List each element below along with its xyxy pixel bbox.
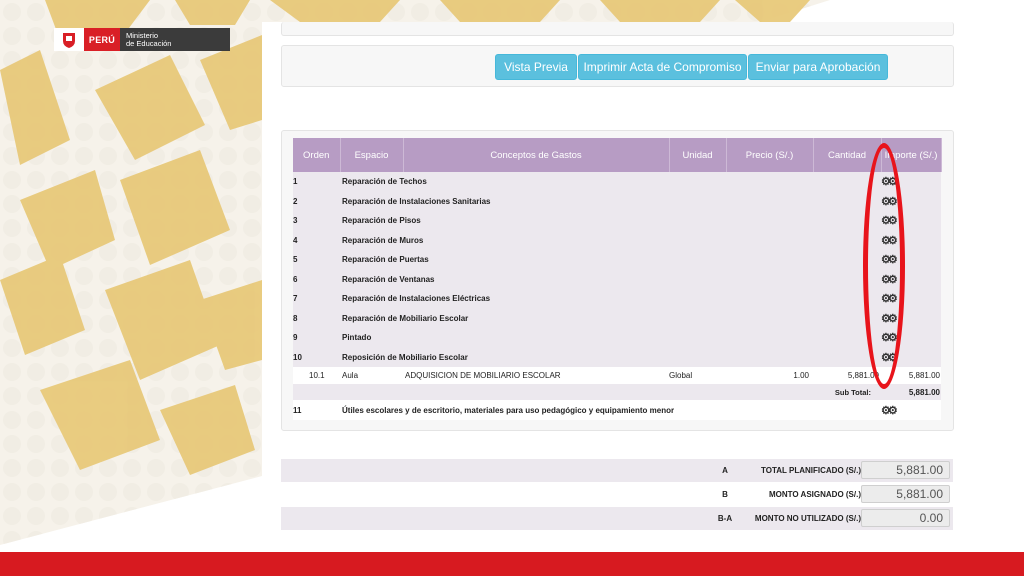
summary-label: TOTAL PLANIFICADO (S/.) — [761, 466, 861, 475]
header-unidad: Unidad — [669, 138, 727, 172]
footer-bar — [0, 552, 1024, 576]
summary-label: MONTO NO UTILIZADO (S/.) — [754, 514, 861, 523]
table-row: 11 Útiles escolares y de escritorio, mat… — [293, 400, 941, 420]
row-concepto: Reparación de Ventanas — [340, 269, 881, 289]
shield-icon — [54, 28, 84, 51]
header-orden: Orden — [293, 138, 341, 172]
table-row: 5 Reparación de Puertas ⚙⚙ — [293, 250, 941, 270]
subtotal-row: Sub Total: 5,881.00 — [293, 384, 941, 400]
peru-label: PERÚ — [84, 28, 120, 51]
table-row: 3 Reparación de Pisos ⚙⚙ — [293, 211, 941, 231]
header-conceptos: Conceptos de Gastos — [403, 138, 670, 172]
row-concepto: Reposición de Mobiliario Escolar — [340, 347, 881, 367]
summary-value-field[interactable]: 5,881.00 — [861, 485, 950, 503]
row-orden: 2 — [293, 191, 340, 211]
row-orden: 5 — [293, 250, 340, 270]
table-row: 9 Pintado ⚙⚙ — [293, 328, 941, 348]
table-row: 1 Reparación de Techos ⚙⚙ — [293, 172, 941, 192]
row-orden: 6 — [293, 269, 340, 289]
row-orden: 3 — [293, 211, 340, 231]
row-orden: 8 — [293, 308, 340, 328]
row-orden: 10 — [293, 347, 340, 367]
detail-row[interactable]: 10.1 Aula ADQUISICION DE MOBILIARIO ESCO… — [293, 367, 941, 384]
detail-cantidad: 5,881.00 — [813, 367, 881, 384]
summary-label: MONTO ASIGNADO (S/.) — [769, 490, 861, 499]
table-row: 7 Reparación de Instalaciones Eléctricas ⚙… — [293, 289, 941, 309]
subtotal-label: Sub Total: — [813, 384, 881, 400]
table-row: 8 Reparación de Mobiliario Escolar ⚙⚙ — [293, 308, 941, 328]
enviar-aprobacion-button[interactable]: Enviar para Aprobación — [748, 54, 888, 80]
row-concepto: Reparación de Instalaciones Eléctricas — [340, 289, 881, 309]
detail-espacio: Aula — [340, 367, 403, 384]
subtotal-value: 5,881.00 — [881, 384, 941, 400]
table-row: 4 Reparación de Muros ⚙⚙ — [293, 230, 941, 250]
ministry-name: Ministerio de Educación — [120, 31, 172, 48]
ministry-line-2: de Educación — [126, 38, 172, 48]
header-precio: Precio (S/.) — [726, 138, 814, 172]
table-header-row: Orden Espacio Conceptos de Gastos Unidad… — [293, 138, 942, 172]
row-orden: 4 — [293, 230, 340, 250]
row-concepto: Reparación de Puertas — [340, 250, 881, 270]
detail-concepto: ADQUISICION DE MOBILIARIO ESCOLAR — [403, 367, 669, 384]
summary-monto-no-utilizado: B-A MONTO NO UTILIZADO (S/.) 0.00 — [281, 507, 953, 530]
table-row: 10 Reposición de Mobiliario Escolar ⚙⚙ — [293, 347, 941, 367]
row-orden: 1 — [293, 172, 340, 192]
highlight-ellipse — [863, 143, 905, 389]
vista-previa-button[interactable]: Vista Previa — [495, 54, 577, 80]
summary-value-field[interactable]: 0.00 — [861, 509, 950, 527]
detail-unidad: Global — [669, 367, 726, 384]
row-concepto: Reparación de Muros — [340, 230, 881, 250]
detail-orden: 10.1 — [293, 367, 340, 384]
ministry-logo: PERÚ Ministerio de Educación — [54, 28, 230, 51]
row-concepto: Reparación de Techos — [340, 172, 881, 192]
table-row: 6 Reparación de Ventanas ⚙⚙ — [293, 269, 941, 289]
header-espacio: Espacio — [340, 138, 404, 172]
summary-value-field[interactable]: 5,881.00 — [861, 461, 950, 479]
row-orden: 7 — [293, 289, 340, 309]
row-concepto: Útiles escolares y de escritorio, materi… — [340, 400, 881, 420]
gears-icon[interactable]: ⚙⚙ — [881, 404, 898, 417]
summary-monto-asignado: B MONTO ASIGNADO (S/.) 5,881.00 — [281, 483, 953, 506]
gastos-table: Orden Espacio Conceptos de Gastos Unidad… — [293, 138, 942, 420]
row-concepto: Pintado — [340, 328, 881, 348]
row-concepto: Reparación de Instalaciones Sanitarias — [340, 191, 881, 211]
summary-total-planificado: A TOTAL PLANIFICADO (S/.) 5,881.00 — [281, 459, 953, 482]
row-concepto: Reparación de Pisos — [340, 211, 881, 231]
detail-precio: 1.00 — [726, 367, 813, 384]
imprimir-acta-button[interactable]: Imprimir Acta de Compromiso — [578, 54, 747, 80]
row-orden: 9 — [293, 328, 340, 348]
row-concepto: Reparación de Mobiliario Escolar — [340, 308, 881, 328]
top-card — [281, 22, 954, 36]
row-orden: 11 — [293, 400, 340, 420]
table-row: 2 Reparación de Instalaciones Sanitarias ⚙… — [293, 191, 941, 211]
